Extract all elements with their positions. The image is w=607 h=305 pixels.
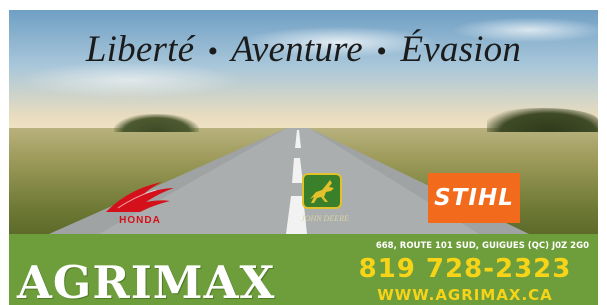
john-deere-wordmark: JOHN DEERE (301, 214, 349, 223)
slogan-aventure: Aventure (231, 29, 363, 70)
slogan-liberte: Liberté (85, 29, 195, 70)
slogan-separator: • (376, 35, 388, 68)
road-landscape-photo: Liberté • Aventure • Évasion HONDA JOHN … (9, 10, 598, 234)
agrimax-advertisement: Liberté • Aventure • Évasion HONDA JOHN … (9, 10, 598, 305)
stihl-logo: STIHL (428, 173, 520, 223)
honda-wing-icon (106, 182, 174, 212)
john-deere-logo: JOHN DEERE (294, 173, 356, 231)
honda-wordmark: HONDA (119, 215, 161, 226)
honda-logo: HONDA (104, 178, 176, 228)
phone-number: 819 728-2323 (358, 254, 572, 284)
john-deere-badge (302, 173, 342, 209)
contact-band: AGRIMAX 668, ROUTE 101 SUD, GUIGUES (QC)… (9, 234, 598, 305)
slogan: Liberté • Aventure • Évasion (9, 28, 598, 71)
website-link[interactable]: WWW.AGRIMAX.CA (343, 288, 587, 303)
company-name: AGRIMAX (17, 256, 276, 305)
slogan-separator: • (207, 35, 219, 68)
leaping-deer-icon (310, 180, 334, 203)
address: 668, ROUTE 101 SUD, GUIGUES (QC) J0Z 2G0 (375, 241, 589, 251)
slogan-evasion: Évasion (400, 29, 522, 70)
stihl-wordmark: STIHL (434, 185, 514, 211)
